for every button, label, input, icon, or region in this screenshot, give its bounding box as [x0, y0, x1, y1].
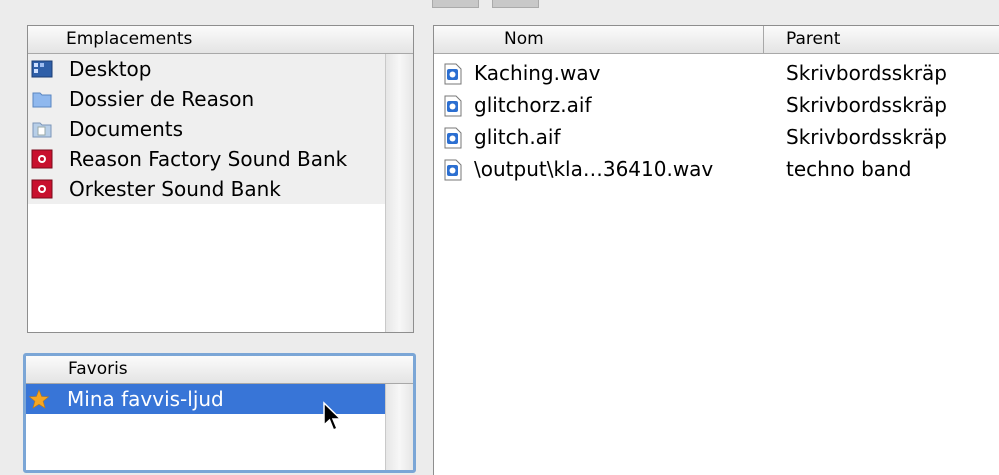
emplacement-label: Dossier de Reason: [69, 87, 255, 111]
star-icon: [28, 389, 50, 409]
emplacements-panel: Emplacements Desktop Dossier de Reason D…: [27, 25, 414, 333]
emplacement-item-dossier-de-reason[interactable]: Dossier de Reason: [28, 84, 385, 114]
emplacement-label: Desktop: [69, 57, 152, 81]
emplacement-label: Documents: [69, 117, 184, 141]
audio-file-icon: [444, 95, 462, 117]
top-tab-right[interactable]: [492, 0, 539, 8]
audio-file-icon: [444, 63, 462, 85]
favoris-label: Mina favvis-ljud: [67, 387, 224, 411]
folder-icon: [32, 92, 52, 108]
top-tab-left[interactable]: [432, 0, 479, 8]
file-parent: techno band: [786, 157, 912, 181]
emplacements-list: Desktop Dossier de Reason Documents Reas…: [28, 54, 385, 332]
file-list-panel: Nom Parent Kaching.wav Skrivbordsskräp g…: [433, 25, 999, 475]
emplacement-item-documents[interactable]: Documents: [28, 114, 385, 144]
documents-folder-icon: [32, 122, 52, 138]
file-row[interactable]: glitchorz.aif Skrivbordsskräp: [434, 89, 999, 121]
mouse-cursor-icon: [323, 401, 343, 431]
file-parent: Skrivbordsskräp: [786, 61, 947, 85]
emplacement-item-desktop[interactable]: Desktop: [28, 54, 385, 84]
column-header-parent[interactable]: Parent: [764, 26, 999, 54]
favoris-scrollbar[interactable]: [385, 384, 413, 470]
file-row[interactable]: \output\kla…36410.wav techno band: [434, 153, 999, 185]
file-row[interactable]: Kaching.wav Skrivbordsskräp: [434, 57, 999, 89]
file-name: \output\kla…36410.wav: [474, 157, 714, 181]
favoris-panel: Favoris Mina favvis-ljud: [23, 353, 416, 473]
file-parent: Skrivbordsskräp: [786, 93, 947, 117]
column-header-nom[interactable]: Nom: [434, 26, 764, 54]
soundbank-icon: [31, 149, 53, 169]
emplacement-item-orkester-sound-bank[interactable]: Orkester Sound Bank: [28, 174, 385, 204]
desktop-icon: [31, 60, 53, 78]
favoris-header[interactable]: Favoris: [26, 356, 413, 384]
file-parent: Skrivbordsskräp: [786, 125, 947, 149]
emplacement-label: Orkester Sound Bank: [69, 177, 281, 201]
file-name: glitch.aif: [474, 125, 561, 149]
audio-file-icon: [444, 159, 462, 181]
emplacements-header[interactable]: Emplacements: [28, 26, 413, 54]
emplacements-scrollbar[interactable]: [385, 54, 413, 332]
emplacement-label: Reason Factory Sound Bank: [69, 147, 348, 171]
emplacement-item-reason-factory-sound-bank[interactable]: Reason Factory Sound Bank: [28, 144, 385, 174]
file-row[interactable]: glitch.aif Skrivbordsskräp: [434, 121, 999, 153]
file-name: Kaching.wav: [474, 61, 601, 85]
audio-file-icon: [444, 127, 462, 149]
soundbank-icon: [31, 179, 53, 199]
file-name: glitchorz.aif: [474, 93, 592, 117]
